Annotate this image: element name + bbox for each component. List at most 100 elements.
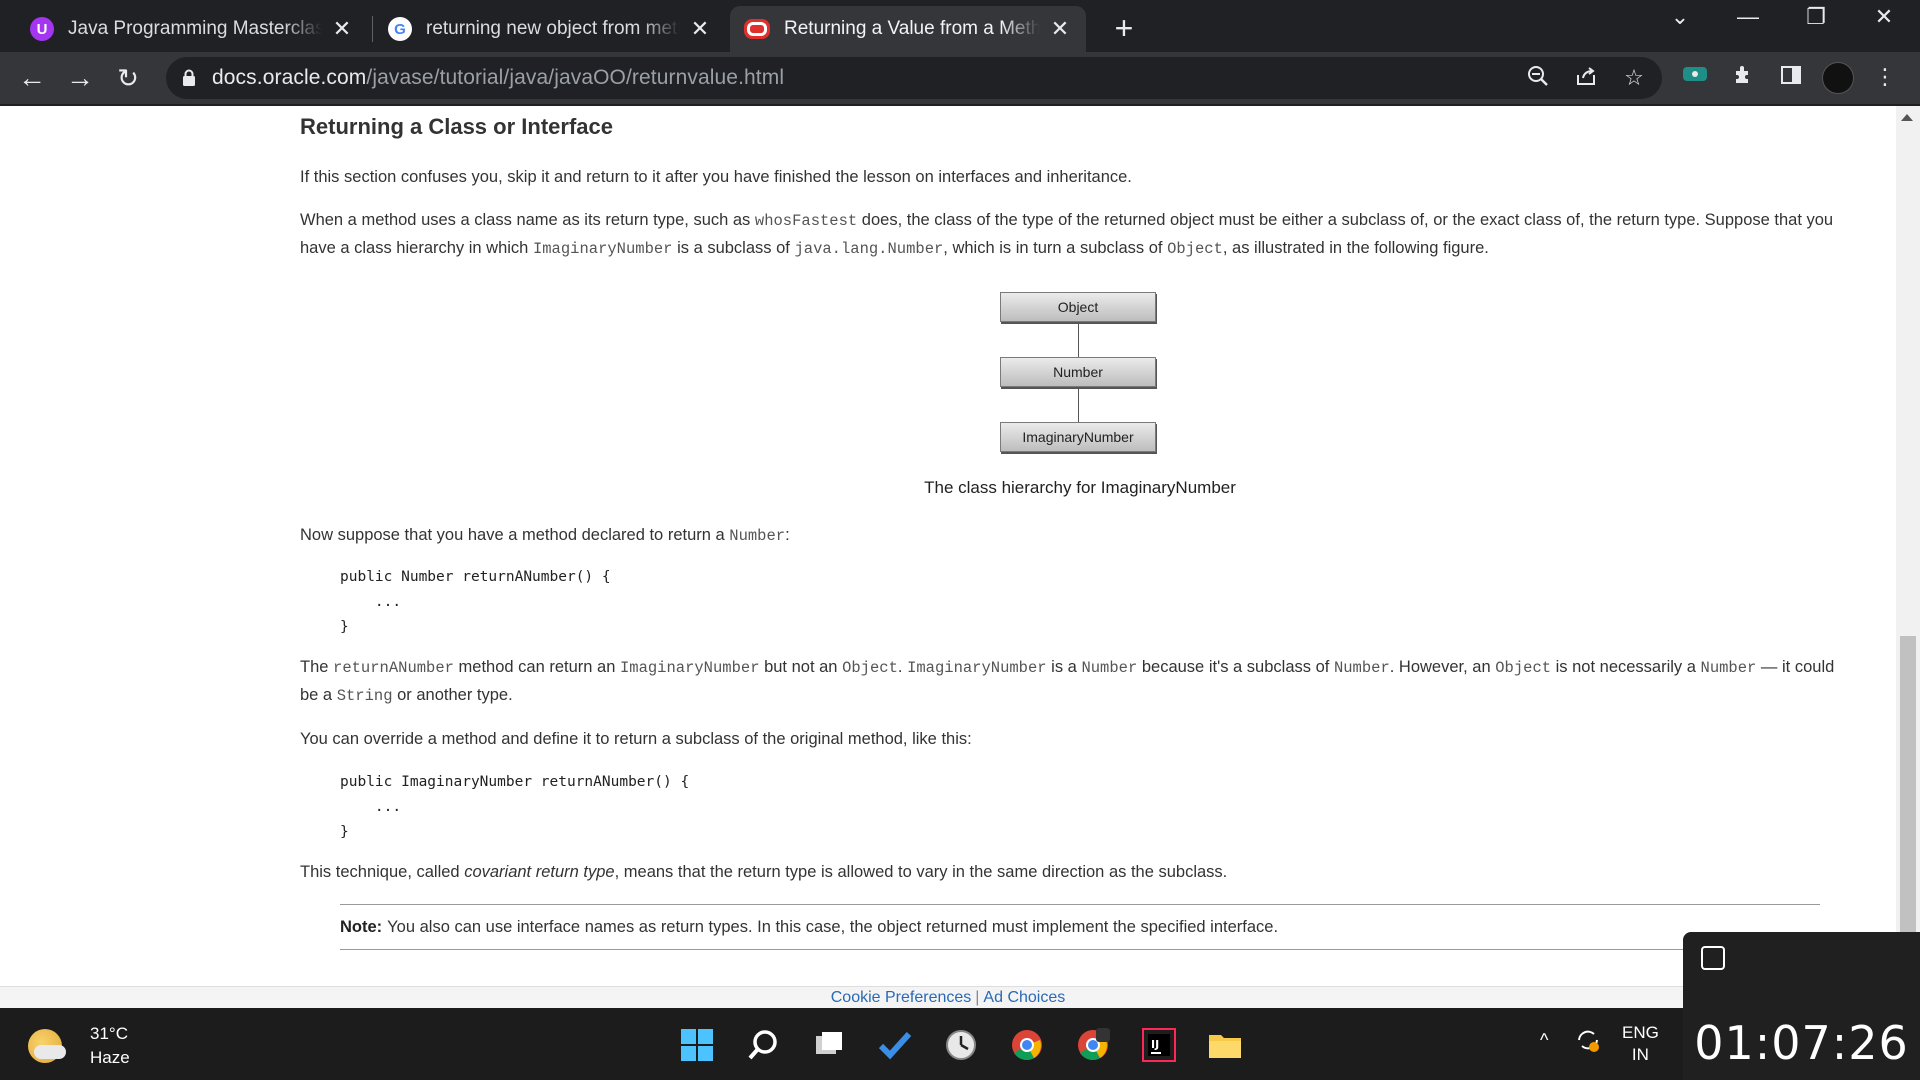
input-language-indicator[interactable]: ENG IN (1622, 1022, 1659, 1066)
code-line: public ImaginaryNumber returnANumber() { (340, 774, 690, 790)
text: or another type. (392, 686, 513, 704)
windows-taskbar: 31°C Haze IJ ^ ENG IN (0, 1008, 1683, 1080)
zoom-icon[interactable] (1524, 65, 1552, 93)
tab-title: Returning a Value from a Method (784, 18, 1040, 39)
tab-google-search[interactable]: G returning new object from metho ✕ (374, 6, 726, 52)
tab-title: returning new object from metho (426, 18, 680, 39)
close-window-button[interactable]: ✕ (1864, 4, 1904, 30)
extensions-puzzle-icon[interactable] (1728, 64, 1758, 92)
tray-chevron-up-icon[interactable]: ^ (1540, 1030, 1548, 1051)
tab-separator (372, 16, 373, 42)
text: , means that the return type is allowed … (614, 863, 1228, 881)
covariant-paragraph: This technique, called covariant return … (300, 859, 1848, 886)
bookmark-star-icon[interactable]: ☆ (1620, 65, 1648, 91)
note-text: You also can use interface names as retu… (387, 917, 1279, 936)
start-button[interactable] (678, 1026, 716, 1064)
todo-check-icon[interactable] (876, 1026, 914, 1064)
emphasis: covariant return type (464, 863, 615, 881)
text: method can return an (453, 658, 620, 676)
weather-widget[interactable]: 31°C Haze (28, 1022, 130, 1070)
chrome-menu-icon[interactable]: ⋮ (1870, 64, 1900, 90)
clock-app-icon[interactable] (942, 1026, 980, 1064)
tab-title: Java Programming Masterclass co (68, 18, 322, 39)
weather-description: Haze (90, 1048, 130, 1067)
side-panel-icon[interactable] (1776, 64, 1806, 92)
tab-oracle-active[interactable]: Returning a Value from a Method ✕ (730, 6, 1086, 52)
page-scrollbar[interactable] (1896, 106, 1920, 1006)
svg-text:IJ: IJ (1151, 1038, 1159, 1051)
address-bar[interactable]: docs.oracle.com/javase/tutorial/java/jav… (166, 57, 1662, 99)
search-icon[interactable] (744, 1026, 782, 1064)
code-line: ... (340, 594, 402, 610)
scroll-up-arrow-icon[interactable] (1901, 114, 1913, 121)
udemy-icon: U (30, 17, 54, 41)
text: When a method uses a class name as its r… (300, 211, 755, 229)
code-imaginarynumber: ImaginaryNumber (532, 240, 673, 258)
new-tab-button[interactable]: + (1106, 10, 1142, 47)
avatar[interactable] (1822, 62, 1854, 94)
language-code: ENG (1622, 1023, 1659, 1042)
weather-temperature: 31°C (90, 1024, 128, 1043)
tab-strip: U Java Programming Masterclass co ✕ G re… (0, 0, 1920, 52)
chrome-icon[interactable] (1008, 1026, 1046, 1064)
forward-button[interactable]: → (62, 60, 98, 96)
browser-toolbar: ← → ↻ docs.oracle.com/javase/tutorial/ja… (0, 52, 1920, 106)
oracle-icon (744, 19, 770, 39)
code-number: Number (729, 527, 786, 545)
task-view-icon[interactable] (810, 1026, 848, 1064)
url-path: /javase/tutorial/java/javaOO/returnvalue… (366, 66, 785, 89)
scrollbar-thumb[interactable] (1900, 636, 1916, 936)
code-line: ... (340, 799, 402, 815)
minimize-button[interactable]: — (1728, 4, 1768, 30)
subclass-explanation-paragraph: The returnANumber method can return an I… (300, 654, 1848, 710)
chrome-profile-icon[interactable] (1074, 1026, 1112, 1064)
code: ImaginaryNumber (907, 659, 1047, 677)
code: Number (1700, 659, 1757, 677)
file-explorer-icon[interactable] (1206, 1026, 1244, 1064)
text: Now suppose that you have a method decla… (300, 526, 730, 544)
share-icon[interactable] (1572, 65, 1600, 93)
code: Object (1495, 659, 1552, 677)
close-icon[interactable]: ✕ (330, 16, 354, 42)
cookie-preferences-link[interactable]: Cookie Preferences (831, 989, 972, 1006)
weather-text: 31°C Haze (90, 1022, 130, 1070)
code-whosfastest: whosFastest (754, 212, 858, 230)
restore-button[interactable]: ❐ (1796, 4, 1836, 30)
code: String (336, 687, 393, 705)
node-imaginarynumber: ImaginaryNumber (1000, 422, 1156, 452)
note-label: Note: (340, 917, 383, 936)
text: is a subclass of (672, 239, 795, 257)
text: because it's a subclass of (1137, 658, 1334, 676)
floating-clock-widget: 01:07:26 (1683, 932, 1920, 1080)
url-host: docs.oracle.com (212, 66, 367, 89)
sync-icon[interactable] (1574, 1026, 1602, 1059)
close-icon[interactable]: ✕ (688, 16, 712, 42)
google-icon: G (388, 17, 412, 41)
ad-choices-link[interactable]: Ad Choices (983, 989, 1065, 1006)
page-content: Returning a Class or Interface If this s… (0, 106, 1896, 986)
intro-paragraph: If this section confuses you, skip it an… (300, 168, 1132, 186)
lock-icon (182, 69, 196, 87)
footer-links: Cookie Preferences | Ad Choices (0, 986, 1896, 1009)
code: returnANumber (333, 659, 454, 677)
back-button[interactable]: ← (14, 60, 50, 96)
code: Number (1081, 659, 1138, 677)
text: but not an (759, 658, 843, 676)
code-java-lang-number: java.lang.Number (794, 240, 944, 258)
extension-screen-icon[interactable] (1680, 64, 1710, 90)
text: , which is in turn a subclass of (943, 239, 1168, 257)
override-paragraph: You can override a method and define it … (300, 730, 972, 748)
link-separator: | (975, 989, 980, 1006)
close-icon[interactable]: ✕ (1048, 16, 1072, 42)
text: : (785, 526, 790, 544)
code-block-return-imaginarynumber: public ImaginaryNumber returnANumber() {… (340, 770, 689, 845)
reload-button[interactable]: ↻ (110, 60, 146, 96)
return-type-paragraph: When a method uses a class name as its r… (300, 207, 1848, 263)
code-line: public Number returnANumber() { (340, 569, 611, 585)
expand-icon[interactable] (1701, 946, 1725, 970)
tab-udemy[interactable]: U Java Programming Masterclass co ✕ (16, 6, 368, 52)
tab-search-chevron-icon[interactable]: ⌄ (1660, 4, 1700, 30)
intellij-icon[interactable]: IJ (1140, 1026, 1178, 1064)
code: Number (1333, 659, 1390, 677)
code-block-return-number: public Number returnANumber() { ... } (340, 565, 611, 640)
